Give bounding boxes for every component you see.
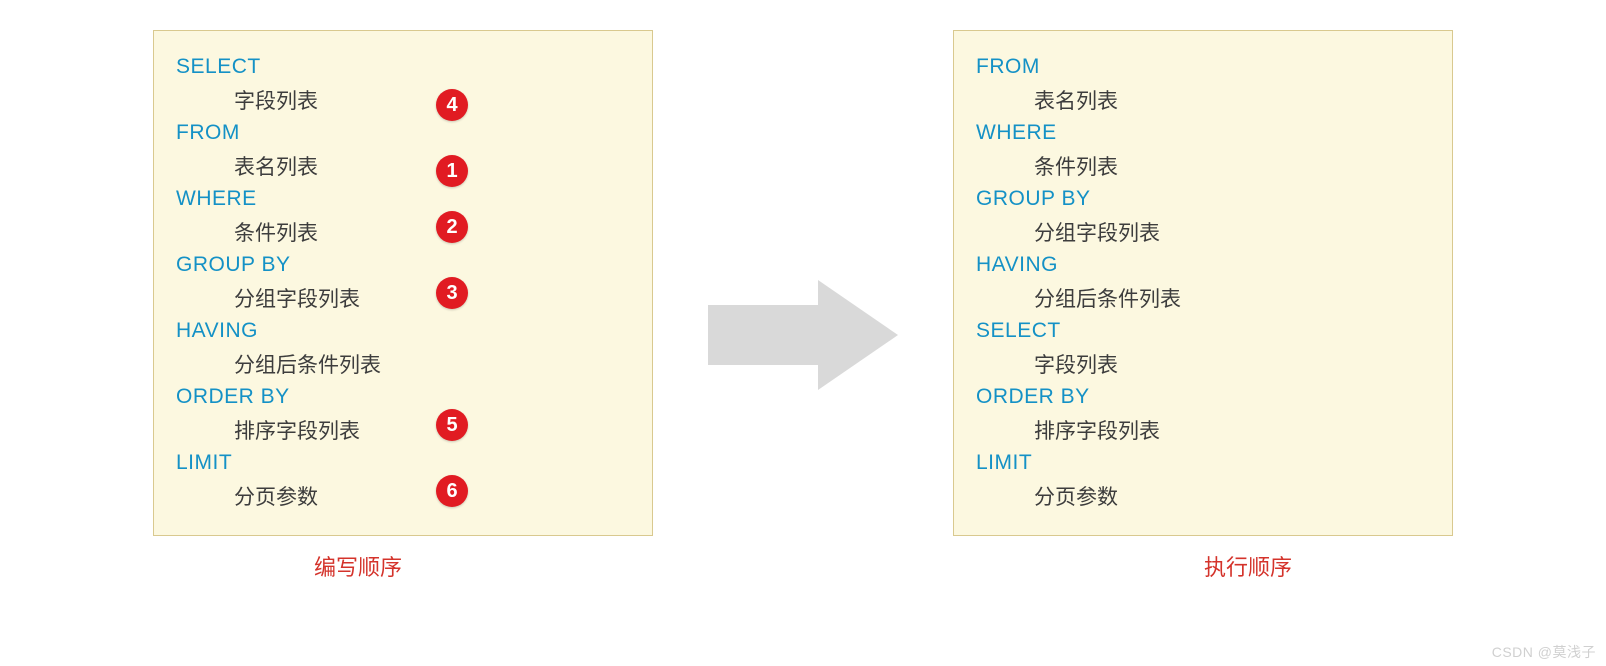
sql-keyword: WHERE	[176, 187, 630, 211]
watermark: CSDN @莫浅子	[1492, 642, 1596, 662]
sql-keyword: SELECT	[176, 55, 630, 79]
exec-order-row: FROM 表名列表	[976, 55, 1430, 115]
exec-order-panel: FROM 表名列表 WHERE 条件列表 GROUP BY 分组字段列表 HAVING 分组后…	[953, 30, 1453, 536]
exec-order-caption: 执行顺序	[1204, 550, 1292, 582]
right-column: FROM 表名列表 WHERE 条件列表 GROUP BY 分组字段列表 HAVING 分组后…	[953, 30, 1543, 582]
sql-sub: 条件列表	[234, 217, 630, 247]
write-order-row: HAVING 分组后条件列表	[176, 319, 630, 379]
exec-order-row: HAVING 分组后条件列表	[976, 253, 1430, 313]
sql-keyword: FROM	[976, 55, 1430, 79]
exec-order-row: ORDER BY 排序字段列表	[976, 385, 1430, 445]
exec-order-row: LIMIT 分页参数	[976, 451, 1430, 511]
sql-sub: 分组字段列表	[1034, 217, 1430, 247]
sql-keyword: FROM	[176, 121, 630, 145]
sql-keyword: GROUP BY	[176, 253, 630, 277]
arrow-right-icon	[708, 280, 898, 390]
order-badge: 6	[436, 475, 468, 507]
sql-sub: 字段列表	[234, 85, 630, 115]
sql-keyword: HAVING	[176, 319, 630, 343]
order-badge: 1	[436, 155, 468, 187]
sql-sub: 分组后条件列表	[234, 349, 630, 379]
exec-order-row: GROUP BY 分组字段列表	[976, 187, 1430, 247]
exec-order-row: WHERE 条件列表	[976, 121, 1430, 181]
sql-keyword: LIMIT	[976, 451, 1430, 475]
sql-sub: 条件列表	[1034, 151, 1430, 181]
write-order-caption: 编写顺序	[314, 550, 402, 582]
sql-keyword: GROUP BY	[976, 187, 1430, 211]
sql-keyword: SELECT	[976, 319, 1430, 343]
sql-keyword: HAVING	[976, 253, 1430, 277]
sql-sub: 字段列表	[1034, 349, 1430, 379]
sql-keyword: WHERE	[976, 121, 1430, 145]
write-order-panel: SELECT 字段列表4FROM 表名列表1WHERE 条件列表2 GROUP BY 分组…	[153, 30, 653, 536]
sql-keyword: ORDER BY	[976, 385, 1430, 409]
write-order-row: SELECT字段列表4	[176, 55, 630, 115]
write-order-row: WHERE 条件列表2	[176, 187, 630, 247]
sql-sub: 分组后条件列表	[1034, 283, 1430, 313]
sql-sub: 分组字段列表	[234, 283, 630, 313]
sql-keyword: LIMIT	[176, 451, 630, 475]
sql-keyword: ORDER BY	[176, 385, 630, 409]
diagram-container: SELECT字段列表4FROM表名列表1WHERE条件列表2GROUP BY分组…	[0, 0, 1606, 582]
sql-sub: 排序字段列表	[234, 415, 630, 445]
order-badge: 3	[436, 277, 468, 309]
sql-sub: 分页参数	[234, 481, 630, 511]
left-column: SELECT 字段列表4FROM 表名列表1WHERE 条件列表2 GROUP BY 分组…	[63, 30, 653, 582]
order-badge: 2	[436, 211, 468, 243]
sql-sub: 表名列表	[234, 151, 630, 181]
write-order-row: LIMIT 分页参数6	[176, 451, 630, 511]
arrow-wrap	[653, 30, 953, 390]
order-badge: 4	[436, 89, 468, 121]
write-order-row: FROM表名列表1	[176, 121, 630, 181]
exec-order-row: SELECT 字段列表	[976, 319, 1430, 379]
sql-sub: 表名列表	[1034, 85, 1430, 115]
order-badge: 5	[436, 409, 468, 441]
sql-sub: 排序字段列表	[1034, 415, 1430, 445]
sql-sub: 分页参数	[1034, 481, 1430, 511]
write-order-row: GROUP BY 分组字段列表3	[176, 253, 630, 313]
write-order-row: ORDER BY 排序字段列表5	[176, 385, 630, 445]
